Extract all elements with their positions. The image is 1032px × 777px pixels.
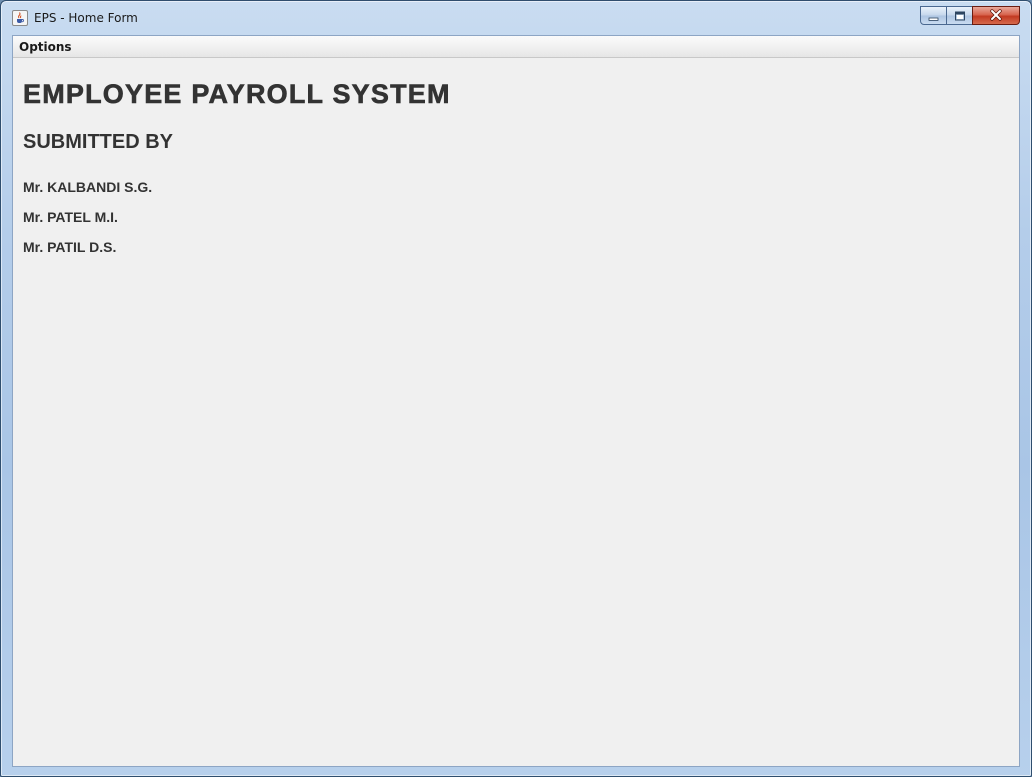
maximize-button[interactable] [946,6,973,25]
menu-bar: Options [13,36,1019,58]
member-name: Mr. KALBANDI S.G. [23,179,153,195]
submitted-by-heading: SUBMITTED BY [23,131,173,153]
minimize-icon [928,6,939,25]
maximize-icon [954,6,966,25]
client-area: Options EMPLOYEE PAYROLL SYSTEM SUBMITTE… [12,35,1020,767]
close-button[interactable] [972,6,1020,25]
window-title: EPS - Home Form [34,11,138,25]
member-name: Mr. PATIL D.S. [23,239,117,255]
member-name: Mr. PATEL M.I. [23,209,118,225]
minimize-button[interactable] [920,6,947,25]
java-cup-icon[interactable] [12,10,28,26]
application-window: EPS - Home Form Options EMPLOYEE PAYROLL… [0,0,1032,777]
title-bar[interactable]: EPS - Home Form [1,1,1031,35]
close-icon [989,6,1003,25]
page-title: EMPLOYEE PAYROLL SYSTEM [23,79,451,110]
menu-options[interactable]: Options [15,38,76,56]
